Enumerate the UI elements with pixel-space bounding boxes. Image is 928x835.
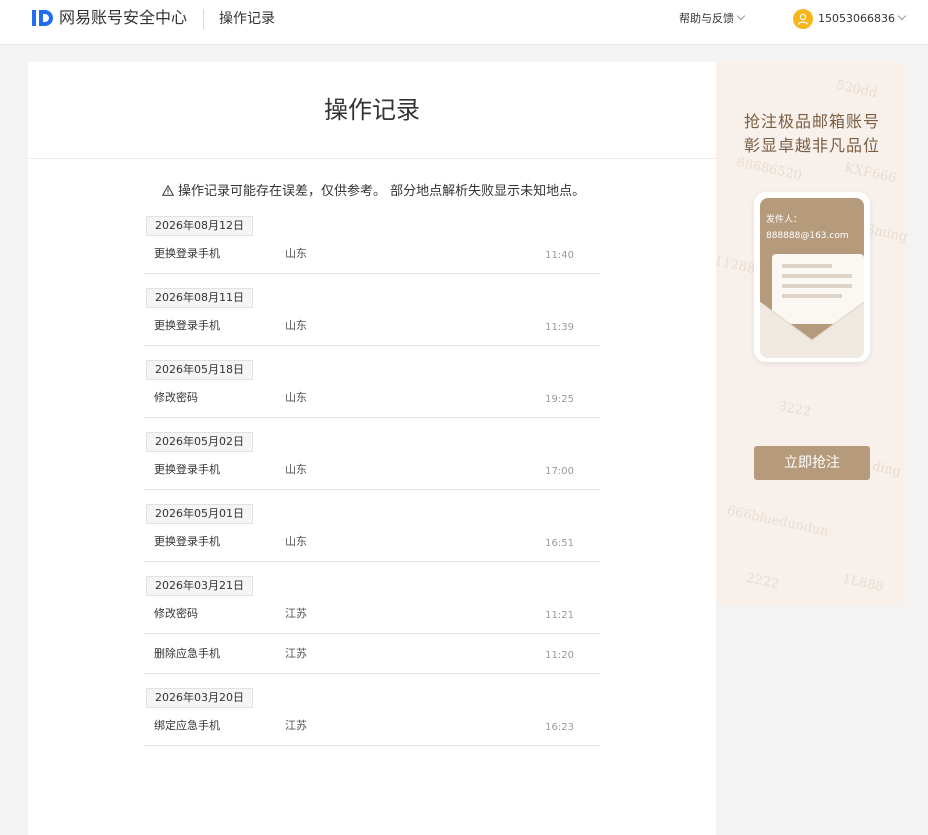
sender-email: 888888@163.com: [766, 231, 849, 241]
record-action: 修改密码: [154, 391, 198, 404]
register-now-button[interactable]: 立即抢注: [754, 446, 870, 480]
brand-name[interactable]: 网易账号安全中心: [59, 8, 187, 28]
netease-id-logo-icon[interactable]: [32, 8, 56, 28]
record-group: 2026年08月12日更换登录手机 山东 11:40: [144, 214, 600, 274]
record-action: 更换登录手机: [154, 535, 220, 548]
record-group: 2026年05月02日更换登录手机 山东 17:00: [144, 430, 600, 490]
date-tag: 2026年03月21日: [146, 576, 253, 596]
record-action: 更换登录手机: [154, 463, 220, 476]
header-divider: [203, 9, 204, 29]
record-action: 删除应急手机: [154, 647, 220, 660]
record-location: 山东: [285, 535, 307, 548]
watermark-text: 520dd: [834, 77, 879, 102]
watermark-text: KXF666: [843, 160, 898, 187]
record-row: 绑定应急手机 江苏 16:23: [144, 706, 600, 746]
record-group: 2026年03月20日绑定应急手机 江苏 16:23: [144, 686, 600, 746]
record-location: 山东: [285, 319, 307, 332]
record-location: 江苏: [285, 607, 307, 620]
ad-headline: 抢注极品邮箱账号 彰显卓越非凡品位: [716, 110, 908, 158]
record-time: 19:25: [545, 394, 574, 405]
phone-mockup: 发件人： 888888@163.com: [754, 192, 870, 362]
record-time: 11:20: [545, 650, 574, 661]
account-menu[interactable]: 15053066836: [818, 11, 907, 27]
record-action: 更换登录手机: [154, 319, 220, 332]
record-time: 11:39: [545, 322, 574, 333]
record-time: 16:51: [545, 538, 574, 549]
watermark-text: ding: [870, 459, 903, 480]
operation-log-card: 操作记录 操作记录可能存在误差，仅供参考。 部分地点解析失败显示未知地点。 20…: [28, 62, 716, 835]
title-divider: [28, 158, 716, 159]
warning-icon: [161, 184, 175, 196]
account-number: 15053066836: [818, 12, 895, 25]
watermark-text: 8ming: [864, 221, 908, 246]
record-time: 11:21: [545, 610, 574, 621]
record-row: 修改密码 江苏 11:21: [144, 594, 600, 634]
record-location: 山东: [285, 463, 307, 476]
record-row: 更换登录手机 山东 11:39: [144, 306, 600, 346]
record-row: 更换登录手机 山东 16:51: [144, 522, 600, 562]
record-group: 2026年08月11日更换登录手机 山东 11:39: [144, 286, 600, 346]
date-tag: 2026年08月12日: [146, 216, 253, 236]
record-location: 山东: [285, 247, 307, 260]
chevron-down-icon: [897, 11, 907, 21]
help-feedback-menu[interactable]: 帮助与反馈: [679, 11, 746, 27]
ad-headline-line1: 抢注极品邮箱账号: [743, 112, 880, 131]
record-time: 17:00: [545, 466, 574, 477]
date-tag: 2026年03月20日: [146, 688, 253, 708]
record-time: 11:40: [545, 250, 574, 261]
promo-ad[interactable]: 520dd 88686520 KXF666 11288 8ming 3222 ding 666…: [716, 62, 908, 606]
record-group: 2026年05月01日更换登录手机 山东 16:51: [144, 502, 600, 562]
help-feedback-label: 帮助与反馈: [679, 12, 734, 25]
watermark-text: 11288: [716, 253, 757, 278]
current-page-name: 操作记录: [219, 11, 275, 27]
watermark-text: 88686520: [735, 155, 804, 184]
record-action: 更换登录手机: [154, 247, 220, 260]
page-title: 操作记录: [324, 96, 420, 124]
date-tag: 2026年05月18日: [146, 360, 253, 380]
date-tag: 2026年05月01日: [146, 504, 253, 524]
record-row: 更换登录手机 山东 17:00: [144, 450, 600, 490]
envelope-icon: [760, 301, 864, 358]
watermark-text: 3222: [776, 398, 813, 421]
record-action: 修改密码: [154, 607, 198, 620]
operation-record-list: 2026年08月12日 更换登录手机 山东 11:40 2026年08月11日 更换登录手…: [144, 212, 600, 746]
watermark-text: 666bluedundun: [725, 503, 830, 540]
record-group: 2026年05月18日修改密码 山东 19:25: [144, 358, 600, 418]
record-location: 江苏: [285, 719, 307, 732]
watermark-text: 1L888: [840, 571, 885, 596]
record-action: 绑定应急手机: [154, 719, 220, 732]
record-row: 更换登录手机 山东 11:40: [144, 234, 600, 274]
chevron-down-icon: [736, 11, 746, 21]
record-time: 16:23: [545, 722, 574, 733]
top-bar: 网易账号安全中心 操作记录 帮助与反馈 15053066836: [0, 0, 928, 45]
record-group: 2026年03月21日 修改密码 江苏 11:21 删除应急手机 江苏 11:20: [144, 574, 600, 674]
date-tag: 2026年08月11日: [146, 288, 253, 308]
record-location: 江苏: [285, 647, 307, 660]
notice-text: 操作记录可能存在误差，仅供参考。 部分地点解析失败显示未知地点。: [178, 184, 586, 199]
notice: 操作记录可能存在误差，仅供参考。 部分地点解析失败显示未知地点。: [161, 183, 586, 201]
ad-headline-line2: 彰显卓越非凡品位: [743, 136, 880, 155]
record-row: 修改密码 山东 19:25: [144, 378, 600, 418]
avatar[interactable]: [793, 9, 813, 29]
watermark-text: 2222: [744, 570, 781, 593]
date-tag: 2026年05月02日: [146, 432, 253, 452]
user-icon: [797, 13, 809, 25]
sender-label: 发件人：: [766, 215, 803, 225]
record-row: 删除应急手机 江苏 11:20: [144, 634, 600, 674]
phone-screen: 发件人： 888888@163.com: [760, 198, 864, 358]
record-location: 山东: [285, 391, 307, 404]
